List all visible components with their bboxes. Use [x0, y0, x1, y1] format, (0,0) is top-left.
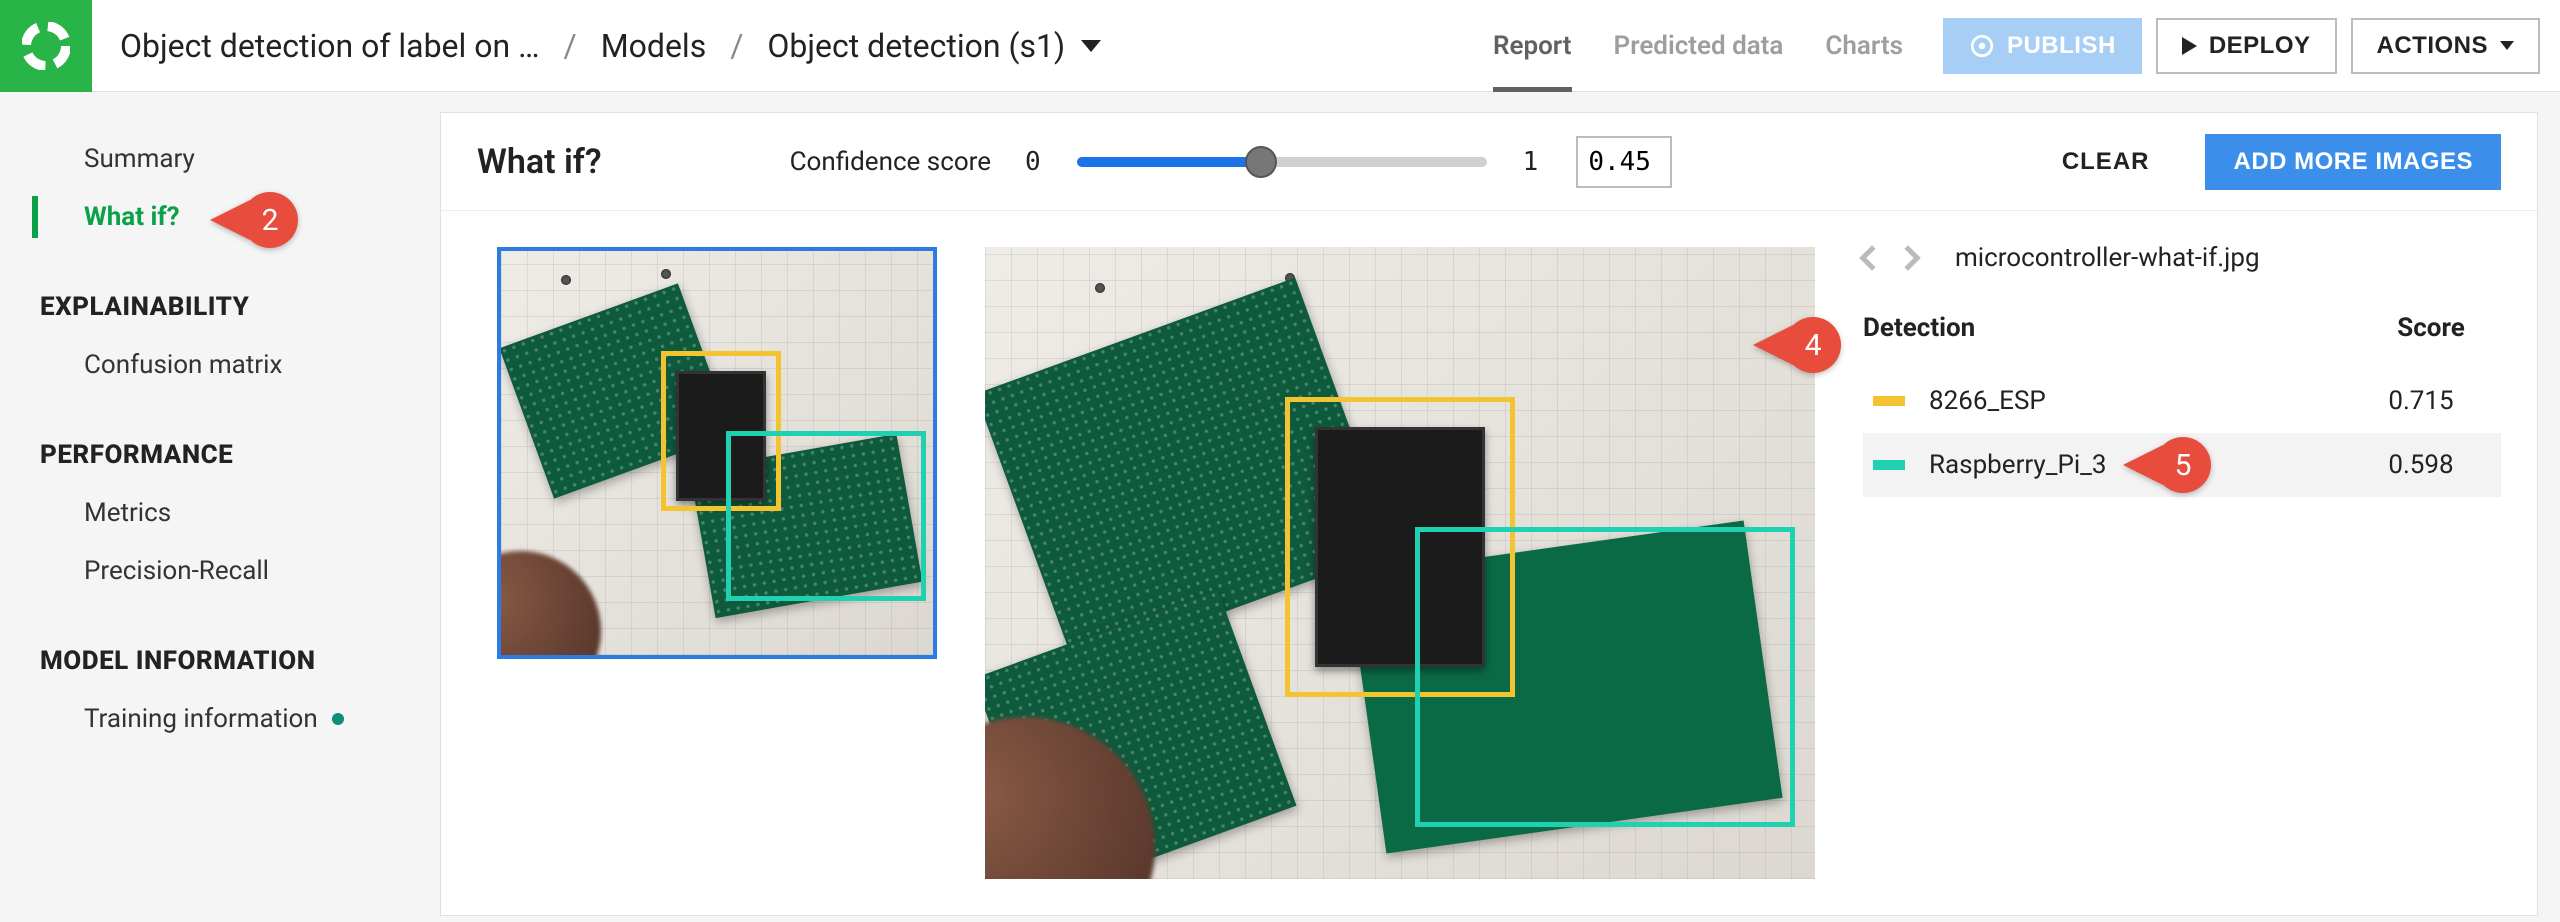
- crumb-sep: /: [730, 27, 743, 65]
- tab-charts[interactable]: Charts: [1825, 0, 1903, 92]
- tab-report[interactable]: Report: [1493, 0, 1572, 92]
- slider-thumb[interactable]: [1245, 146, 1277, 178]
- logo-icon: [22, 22, 70, 70]
- sidebar-header-model-info: MODEL INFORMATION: [0, 600, 440, 690]
- sidebar-header-performance: PERFORMANCE: [0, 394, 440, 484]
- whatif-card: What if? Confidence score 0 1 CLEAR ADD …: [440, 112, 2538, 916]
- crumb-model-dropdown[interactable]: Object detection (s1): [767, 27, 1101, 65]
- col-score: Score: [2361, 313, 2501, 343]
- model-tabs: Report Predicted data Charts: [1493, 0, 1903, 92]
- page-title: What if?: [477, 142, 602, 182]
- bbox-rpi-thumb: [726, 431, 926, 601]
- detection-score: 0.715: [2351, 386, 2491, 416]
- top-bar: Object detection of label on … / Models …: [0, 0, 2560, 92]
- detection-name: 8266_ESP: [1929, 386, 2351, 416]
- bbox-rpi: [1415, 527, 1795, 827]
- deploy-button[interactable]: DEPLOY: [2156, 18, 2337, 74]
- chevron-right-icon[interactable]: [1895, 245, 1920, 270]
- detection-name: Raspberry_Pi_3: [1929, 450, 2351, 480]
- clear-button[interactable]: CLEAR: [2062, 148, 2150, 176]
- image-preview[interactable]: [985, 247, 1815, 879]
- sidebar-item-confusion-matrix[interactable]: Confusion matrix: [0, 336, 440, 394]
- report-sidebar: Summary What if? EXPLAINABILITY Confusio…: [0, 92, 440, 922]
- actions-label: ACTIONS: [2377, 32, 2489, 60]
- sidebar-item-precision-recall[interactable]: Precision-Recall: [0, 542, 440, 600]
- caret-down-icon: [1081, 40, 1101, 52]
- add-images-button[interactable]: ADD MORE IMAGES: [2205, 134, 2501, 190]
- slider-fill: [1077, 157, 1262, 167]
- publish-label: PUBLISH: [2007, 32, 2116, 60]
- class-swatch-rpi: [1873, 460, 1905, 470]
- main-area: What if? Confidence score 0 1 CLEAR ADD …: [440, 92, 2560, 922]
- crumb-model-label: Object detection (s1): [767, 27, 1065, 65]
- caret-down-icon: [2500, 41, 2514, 50]
- crumb-sep: /: [564, 27, 577, 65]
- image-thumbnail[interactable]: [497, 247, 937, 659]
- confidence-slider[interactable]: [1077, 157, 1487, 167]
- detections-panel: microcontroller-what-if.jpg Detection Sc…: [1863, 247, 2501, 879]
- sidebar-header-explainability: EXPLAINABILITY: [0, 246, 440, 336]
- tab-predicted-data[interactable]: Predicted data: [1614, 0, 1784, 92]
- range-max: 1: [1523, 147, 1539, 177]
- class-swatch-esp: [1873, 396, 1905, 406]
- sidebar-item-training-info[interactable]: Training information: [0, 690, 440, 748]
- sidebar-item-summary[interactable]: Summary: [0, 130, 440, 188]
- detection-score: 0.598: [2351, 450, 2491, 480]
- actions-button[interactable]: ACTIONS: [2351, 18, 2541, 74]
- sidebar-item-label: What if?: [84, 202, 180, 232]
- top-actions: PUBLISH DEPLOY ACTIONS: [1903, 18, 2560, 74]
- chevron-left-icon[interactable]: [1859, 245, 1884, 270]
- sidebar-item-metrics[interactable]: Metrics: [0, 484, 440, 542]
- range-min: 0: [1025, 147, 1041, 177]
- col-detection: Detection: [1863, 313, 2361, 343]
- detections-table-header: Detection Score: [1863, 313, 2501, 343]
- publish-button[interactable]: PUBLISH: [1943, 18, 2142, 74]
- detection-row[interactable]: Raspberry_Pi_3 0.598: [1863, 433, 2501, 497]
- breadcrumb: Object detection of label on … / Models …: [92, 27, 1101, 65]
- whatif-header: What if? Confidence score 0 1 CLEAR ADD …: [441, 113, 2537, 211]
- whatif-body: microcontroller-what-if.jpg Detection Sc…: [441, 211, 2537, 915]
- crumb-models[interactable]: Models: [601, 27, 707, 65]
- image-filename: microcontroller-what-if.jpg: [1955, 243, 2260, 273]
- confidence-label: Confidence score: [790, 147, 991, 177]
- detection-row[interactable]: 8266_ESP 0.715: [1863, 369, 2501, 433]
- image-nav: microcontroller-what-if.jpg: [1863, 243, 2501, 273]
- play-icon: [2182, 37, 2197, 55]
- publish-icon: [1969, 33, 1995, 59]
- app-logo[interactable]: [0, 0, 92, 92]
- deploy-label: DEPLOY: [2209, 32, 2311, 60]
- crumb-project[interactable]: Object detection of label on …: [120, 27, 540, 65]
- status-dot-icon: [332, 713, 344, 725]
- sidebar-item-label: Training information: [84, 704, 318, 734]
- sidebar-item-whatif[interactable]: What if?: [0, 188, 440, 246]
- confidence-value-input[interactable]: [1576, 136, 1672, 188]
